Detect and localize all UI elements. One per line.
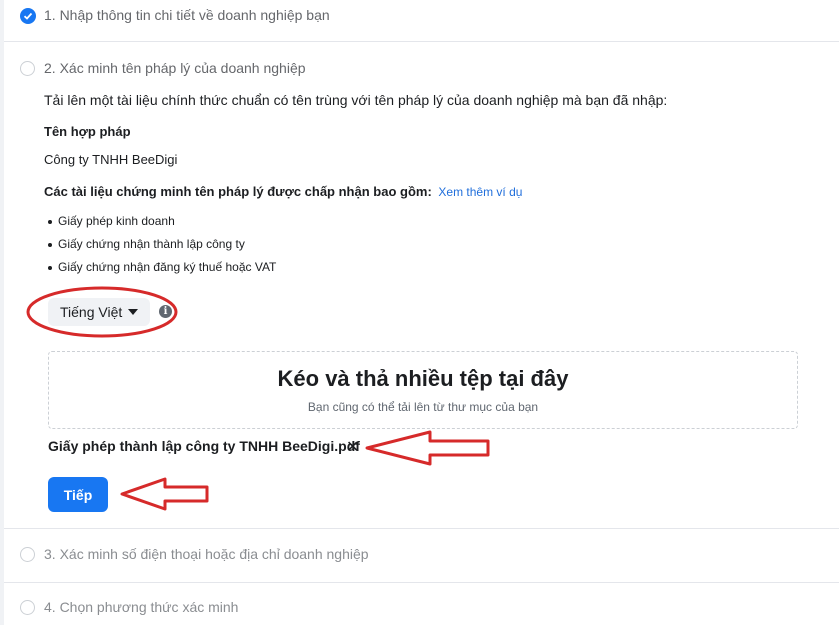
verification-card: 1. Nhập thông tin chi tiết về doanh nghi… [4,0,839,625]
dropzone-subtitle: Bạn cũng có thể tải lên từ thư mục của b… [307,400,539,414]
step-2-label: 2. Xác minh tên pháp lý của doanh nghiệp [44,60,306,76]
list-item: Giấy chứng nhận thành lập công ty [48,237,245,251]
divider [4,528,839,529]
check-circle-icon [20,8,36,24]
accepted-docs-label: Các tài liệu chứng minh tên pháp lý được… [44,184,522,199]
dropzone-title: Kéo và thả nhiều tệp tại đây [277,366,569,391]
step-1-label: 1. Nhập thông tin chi tiết về doanh nghi… [44,7,330,23]
legal-name-value: Công ty TNHH BeeDigi [44,152,178,167]
remove-file-icon[interactable]: ✕ [346,437,359,457]
step-2-row[interactable]: 2. Xác minh tên pháp lý của doanh nghiệp [4,59,839,79]
divider [4,582,839,583]
caret-down-icon [128,309,139,315]
see-examples-link[interactable]: Xem thêm ví dụ [438,185,522,199]
file-dropzone[interactable]: Kéo và thả nhiều tệp tại đây Bạn cũng có… [48,351,798,429]
step-2-radio [20,61,35,76]
step-4-label: 4. Chọn phương thức xác minh [44,599,239,615]
step-4-radio [20,600,35,615]
intro-text: Tải lên một tài liệu chính thức chuẩn có… [44,92,668,108]
next-button[interactable]: Tiếp [48,477,108,512]
step-3-label: 3. Xác minh số điện thoại hoặc địa chỉ d… [44,546,369,562]
divider [4,41,839,42]
step-1-row[interactable]: 1. Nhập thông tin chi tiết về doanh nghi… [4,6,839,26]
step-3-row[interactable]: 3. Xác minh số điện thoại hoặc địa chỉ d… [4,545,839,565]
uploaded-file-name: Giấy phép thành lập công ty TNHH BeeDigi… [48,438,360,454]
step-3-radio [20,547,35,562]
language-selector[interactable]: Tiếng Việt [48,298,150,326]
list-item: Giấy chứng nhận đăng ký thuế hoặc VAT [47,260,277,274]
accepted-docs-text: Các tài liệu chứng minh tên pháp lý được… [44,184,432,199]
list-item: Giấy phép kinh doanh [48,214,175,228]
info-icon[interactable]: i [159,305,172,318]
step-4-row[interactable]: 4. Chọn phương thức xác minh [4,598,839,618]
language-selector-label: Tiếng Việt [60,304,123,320]
legal-name-label: Tên hợp pháp [44,124,131,139]
